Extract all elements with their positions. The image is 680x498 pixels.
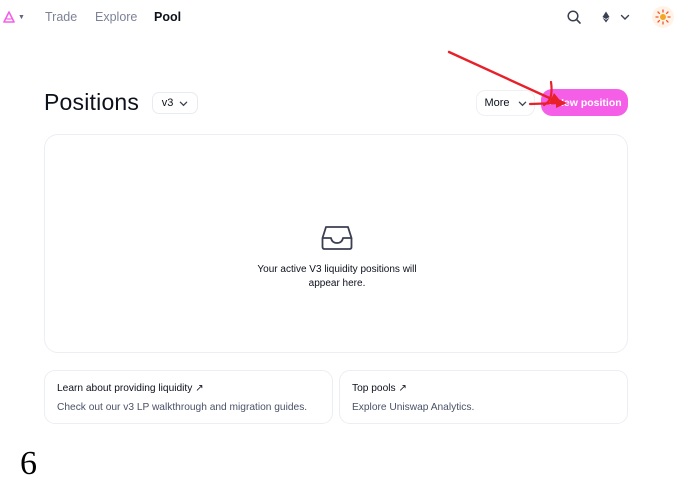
search-icon[interactable] <box>566 9 582 25</box>
empty-state-line-1: Your active V3 liquidity positions will <box>257 264 417 275</box>
account-avatar[interactable] <box>652 6 674 28</box>
nav-pool[interactable]: Pool <box>154 10 181 24</box>
learn-liquidity-description: Check out our v3 LP walkthrough and migr… <box>57 402 308 413</box>
top-pools-title: Top pools ↗ <box>352 383 407 394</box>
chain-selector[interactable] <box>600 8 636 26</box>
nav-trade[interactable]: Trade <box>45 10 77 24</box>
top-nav: ▼ Trade Explore Pool <box>0 0 680 34</box>
page-title: Positions <box>44 89 140 115</box>
sun-avatar-icon <box>655 9 671 25</box>
chevron-down-icon <box>620 14 630 20</box>
learn-liquidity-card[interactable]: Learn about providing liquidity ↗ Check … <box>44 370 333 424</box>
ethereum-icon <box>602 11 610 23</box>
positions-empty-state: Your active V3 liquidity positions will … <box>44 134 628 353</box>
learn-liquidity-title: Learn about providing liquidity ↗ <box>57 383 204 394</box>
inbox-icon <box>321 226 353 250</box>
empty-state-line-2: appear here. <box>308 277 366 289</box>
empty-state-message: Your active V3 liquidity positions will … <box>237 263 437 290</box>
version-selector[interactable]: v3 <box>152 92 198 114</box>
more-button[interactable]: More <box>476 90 535 116</box>
step-number: 6 <box>20 445 37 482</box>
chevron-down-icon <box>518 101 526 106</box>
top-pools-card[interactable]: Top pools ↗ Explore Uniswap Analytics. <box>339 370 628 424</box>
nav-explore[interactable]: Explore <box>95 10 137 24</box>
chevron-down-icon: ▼ <box>18 13 25 21</box>
top-pools-description: Explore Uniswap Analytics. <box>352 402 475 413</box>
chevron-down-icon <box>180 101 188 106</box>
new-position-button-label: + New position <box>547 96 622 109</box>
uniswap-logo-icon <box>3 11 15 23</box>
version-selector-label: v3 <box>161 97 174 109</box>
logo-menu[interactable]: ▼ <box>2 8 26 26</box>
new-position-button[interactable]: + New position <box>541 89 628 116</box>
more-button-label: More <box>484 97 510 109</box>
